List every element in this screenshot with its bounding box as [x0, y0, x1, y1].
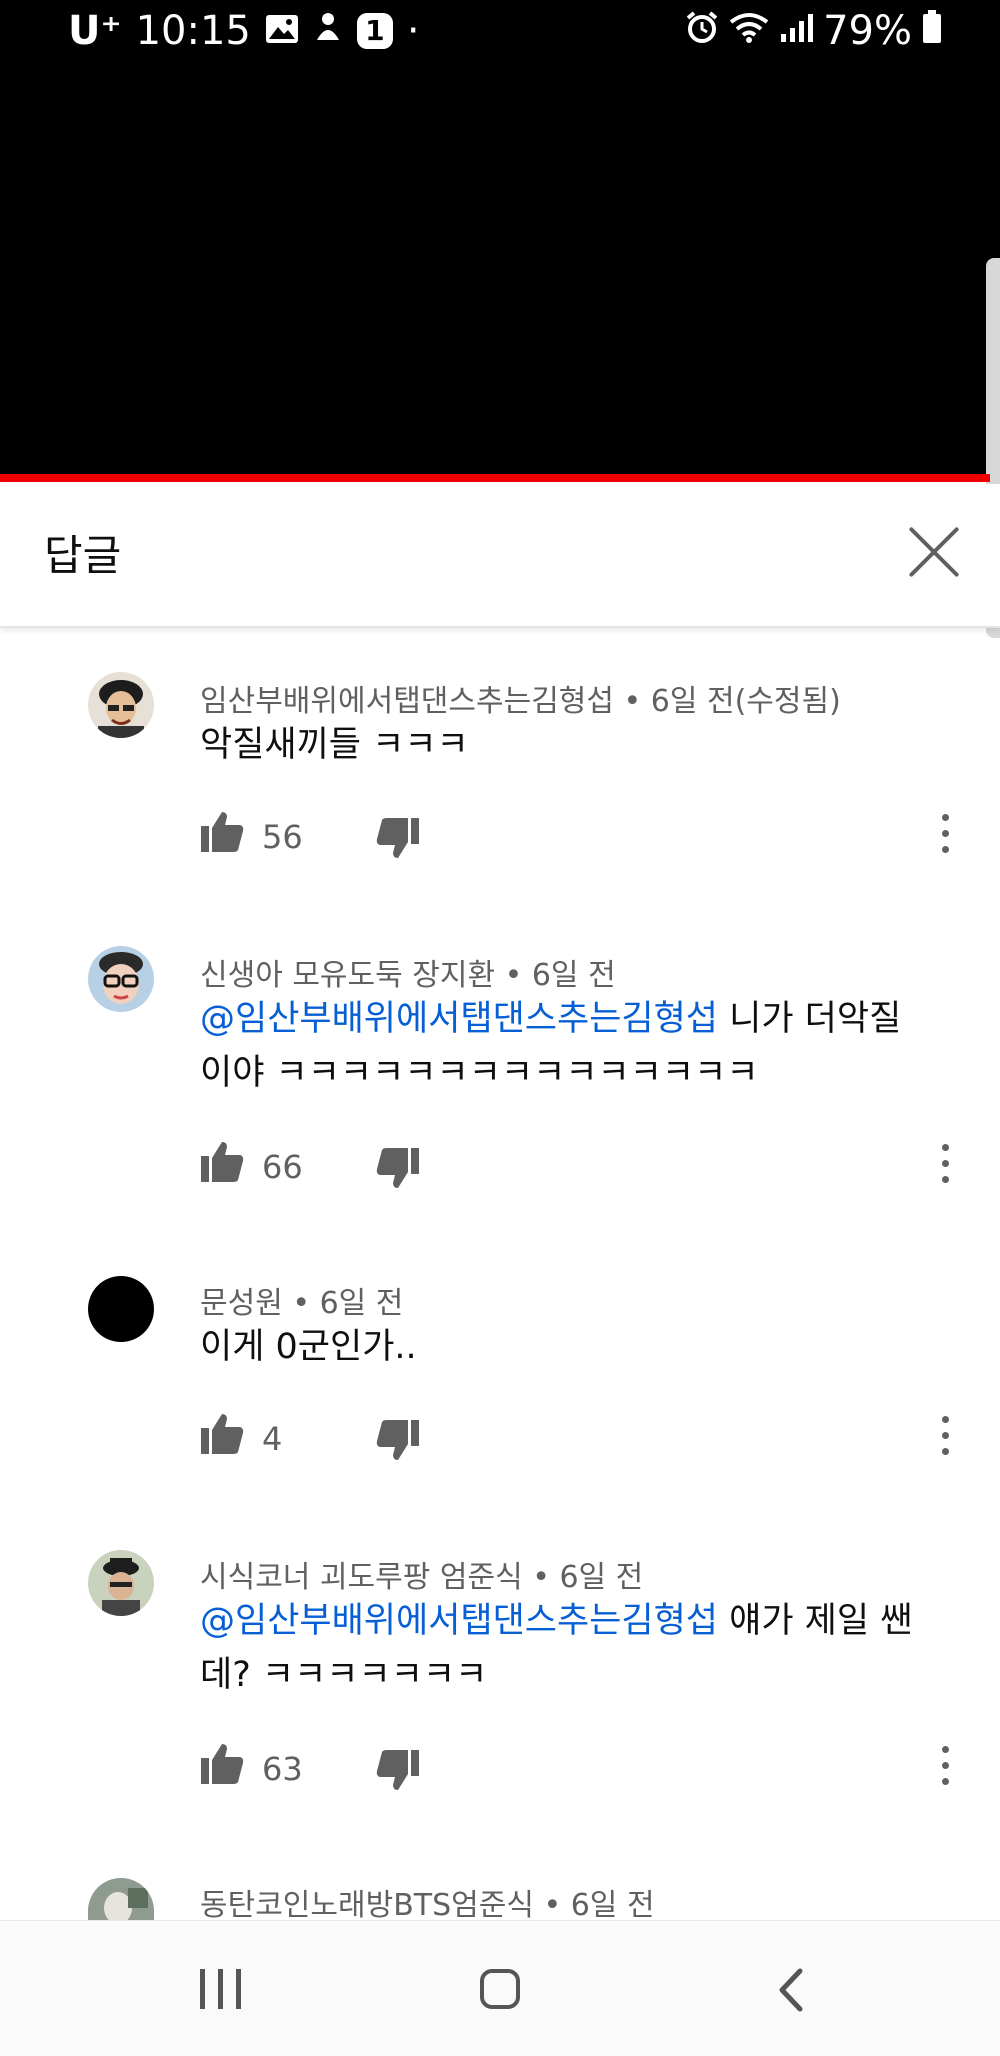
- comment-meta: 신생아 모유도둑 장지환 • 6일 전: [200, 958, 616, 993]
- avatar[interactable]: [88, 1878, 154, 1920]
- battery-icon: [922, 8, 942, 54]
- page-title: 답글: [44, 531, 122, 580]
- assistant-icon: [313, 8, 343, 54]
- thumbs-up-icon[interactable]: [200, 1742, 246, 1788]
- mention-link[interactable]: @임산부배위에서탭댄스추는김형섭: [200, 999, 718, 1039]
- thumbs-up-icon[interactable]: [200, 1412, 246, 1458]
- carrier-label: U⁺: [68, 8, 122, 54]
- more-options-icon[interactable]: [940, 1414, 950, 1458]
- notification-badge-count: 1: [365, 14, 385, 47]
- comment-text: 악질새끼들 ㅋㅋㅋ: [200, 718, 920, 772]
- avatar[interactable]: [88, 1276, 154, 1342]
- mention-link[interactable]: @임산부배위에서탭댄스추는김형섭: [200, 1601, 718, 1641]
- thumbs-down-icon[interactable]: [376, 816, 422, 862]
- status-dot: ·: [406, 8, 420, 54]
- more-options-icon[interactable]: [940, 1142, 950, 1186]
- signal-icon: [779, 8, 814, 54]
- avatar[interactable]: [88, 946, 154, 1012]
- thumbs-up-icon[interactable]: [200, 810, 246, 856]
- image-icon: [265, 8, 299, 54]
- back-icon[interactable]: [768, 1965, 818, 2015]
- comment-meta: 문성원 • 6일 전: [200, 1286, 404, 1321]
- wifi-icon: [729, 8, 769, 54]
- comment-meta: 임산부배위에서탭댄스추는김형섭 • 6일 전(수정됨): [200, 684, 841, 719]
- thumbs-up-icon[interactable]: [200, 1140, 246, 1186]
- comment-meta: 동탄코인노래방BTS엄준식 • 6일 전: [200, 1888, 655, 1923]
- like-count: 4: [262, 1420, 283, 1458]
- video-progress-bar[interactable]: [0, 474, 990, 482]
- comment-actions: 66: [200, 1140, 960, 1190]
- status-bar: U⁺ 10:15 1 · 79%: [0, 0, 1000, 68]
- comment-body: 이게 0군인가..: [200, 1327, 417, 1367]
- system-nav-bar: [0, 1920, 1000, 2056]
- like-count: 63: [262, 1750, 303, 1788]
- comment-meta: 시식코너 괴도루팡 엄준식 • 6일 전: [200, 1560, 644, 1595]
- recent-apps-icon[interactable]: [200, 1969, 244, 2009]
- thumbs-down-icon[interactable]: [376, 1748, 422, 1794]
- comment-actions: 63: [200, 1742, 960, 1792]
- replies-header: 답글: [0, 484, 1000, 628]
- battery-level: 79%: [823, 8, 912, 54]
- video-player[interactable]: [0, 0, 1000, 478]
- avatar[interactable]: [88, 672, 154, 738]
- comment-actions: 56: [200, 810, 960, 860]
- like-count: 66: [262, 1148, 303, 1186]
- like-count: 56: [262, 818, 303, 856]
- clock: 10:15: [135, 8, 251, 54]
- home-icon[interactable]: [480, 1969, 520, 2009]
- comment-body: 악질새끼들 ㅋㅋㅋ: [200, 725, 469, 765]
- comment-text: @임산부배위에서탭댄스추는김형섭 니가 더악질이야 ㅋㅋㅋㅋㅋㅋㅋㅋㅋㅋㅋㅋㅋㅋ…: [200, 992, 920, 1100]
- thumbs-down-icon[interactable]: [376, 1418, 422, 1464]
- more-options-icon[interactable]: [940, 812, 950, 856]
- alarm-icon: [685, 8, 719, 54]
- comment-text: @임산부배위에서탭댄스추는김형섭 얘가 제일 쌘데? ㅋㅋㅋㅋㅋㅋㅋ: [200, 1594, 920, 1702]
- badge-icon: 1: [356, 13, 393, 49]
- more-options-icon[interactable]: [940, 1744, 950, 1788]
- comment-text: 이게 0군인가..: [200, 1320, 920, 1374]
- close-icon[interactable]: [904, 522, 964, 582]
- comment-actions: 4: [200, 1412, 960, 1462]
- thumbs-down-icon[interactable]: [376, 1146, 422, 1192]
- avatar[interactable]: [88, 1550, 154, 1616]
